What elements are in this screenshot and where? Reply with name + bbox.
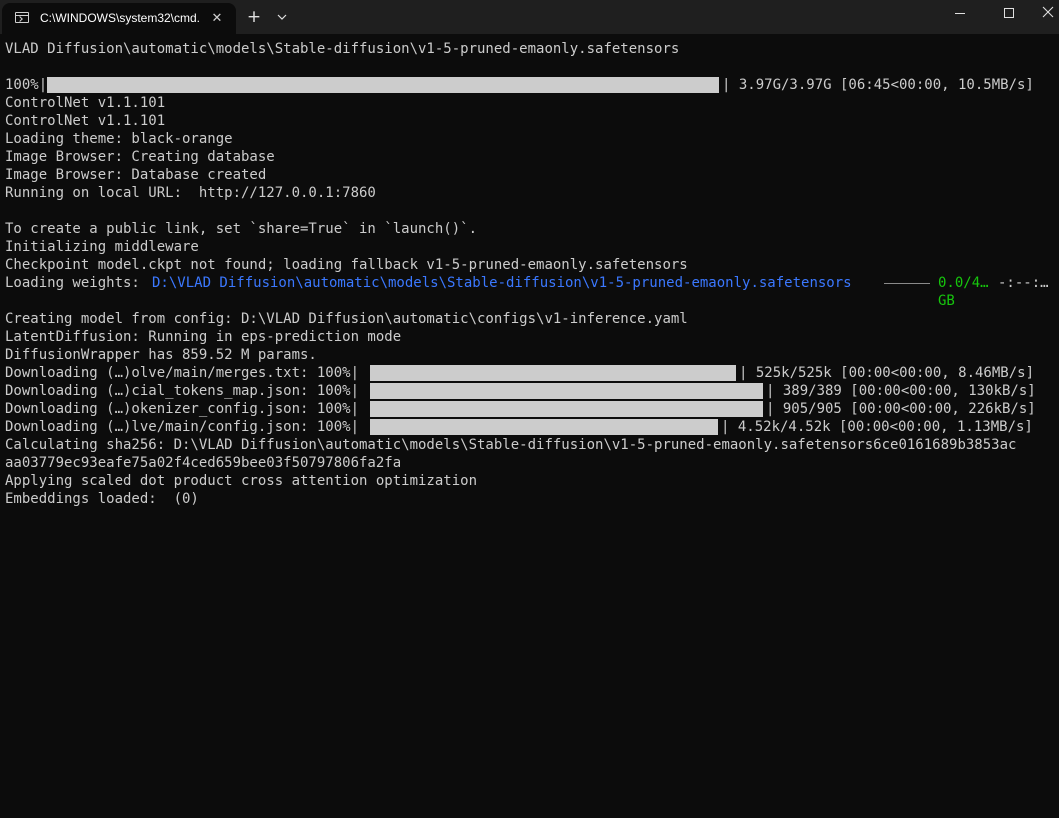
console-line: 100%| <box>5 77 48 93</box>
weights-eta: -:--:… <box>998 275 1049 291</box>
console-line: Downloading (…)lve/main/config.json: 100… <box>5 419 360 435</box>
console-line: Image Browser: Database created <box>5 167 267 183</box>
chevron-down-icon <box>277 14 287 20</box>
download-progress-bar <box>370 419 718 435</box>
download-progress-bar <box>370 383 763 399</box>
console-line: Downloading (…)okenizer_config.json: 100… <box>5 401 360 417</box>
window-close-icon <box>1042 6 1054 18</box>
title-bar: C:\WINDOWS\system32\cmd. ✕ + <box>0 0 1059 34</box>
console-line: VLAD Diffusion\automatic\models\Stable-d… <box>5 41 680 57</box>
console-line: ControlNet v1.1.101 <box>5 113 166 129</box>
console-line: aa03779ec93eafe75a02f4ced659bee03f507978… <box>5 455 402 471</box>
console-line: LatentDiffusion: Running in eps-predicti… <box>5 329 402 345</box>
maximize-button[interactable] <box>986 0 1032 28</box>
tab-title: C:\WINDOWS\system32\cmd. <box>40 11 201 25</box>
console-line: Creating model from config: D:\VLAD Diff… <box>5 311 688 327</box>
console-line: Checkpoint model.ckpt not found; loading… <box>5 257 688 273</box>
download-stats: | 905/905 [00:00<00:00, 226kB/s] <box>766 401 1036 417</box>
minimize-button[interactable] <box>937 0 983 28</box>
weights-progress-bar <box>884 283 930 284</box>
console-line: Embeddings loaded: (0) <box>5 491 199 507</box>
console-line: Downloading (…)olve/main/merges.txt: 100… <box>5 365 360 381</box>
download-stats: | 4.52k/4.52k [00:00<00:00, 1.13MB/s] <box>721 419 1033 435</box>
download-progress-bar <box>370 365 736 381</box>
weights-path: D:\VLAD Diffusion\automatic\models\Stabl… <box>152 275 852 291</box>
tab-dropdown-button[interactable] <box>272 7 292 27</box>
weights-progress-text: 0.0/4… <box>938 275 989 291</box>
download-stats: | 525k/525k [00:00<00:00, 8.46MB/s] <box>739 365 1035 381</box>
console-line: Applying scaled dot product cross attent… <box>5 473 478 489</box>
download-progress-bar <box>370 401 763 417</box>
download-stats: | 389/389 [00:00<00:00, 130kB/s] <box>766 383 1036 399</box>
window-close-button[interactable] <box>1035 0 1059 28</box>
console-line: Running on local URL: http://127.0.0.1:7… <box>5 185 376 201</box>
console-line: Downloading (…)cial_tokens_map.json: 100… <box>5 383 360 399</box>
new-tab-button[interactable]: + <box>243 6 265 28</box>
console-line: Calculating sha256: D:\VLAD Diffusion\au… <box>5 437 1017 453</box>
terminal-icon <box>15 12 29 23</box>
console-line: Image Browser: Creating database <box>5 149 275 165</box>
console-line: DiffusionWrapper has 859.52 M params. <box>5 347 317 363</box>
console-line: Initializing middleware <box>5 239 199 255</box>
console-line: Loading theme: black-orange <box>5 131 233 147</box>
terminal-tab[interactable]: C:\WINDOWS\system32\cmd. ✕ <box>2 3 236 34</box>
console-output[interactable]: VLAD Diffusion\automatic\models\Stable-d… <box>0 34 1059 509</box>
main-progress-bar <box>47 77 719 93</box>
console-line: To create a public link, set `share=True… <box>5 221 478 237</box>
main-progress-stats: | 3.97G/3.97G [06:45<00:00, 10.5MB/s] <box>722 77 1034 93</box>
weights-progress-unit: GB <box>938 293 955 309</box>
console-line: Loading weights: <box>5 275 149 291</box>
console-line: ControlNet v1.1.101 <box>5 95 166 111</box>
close-icon[interactable]: ✕ <box>207 9 227 29</box>
